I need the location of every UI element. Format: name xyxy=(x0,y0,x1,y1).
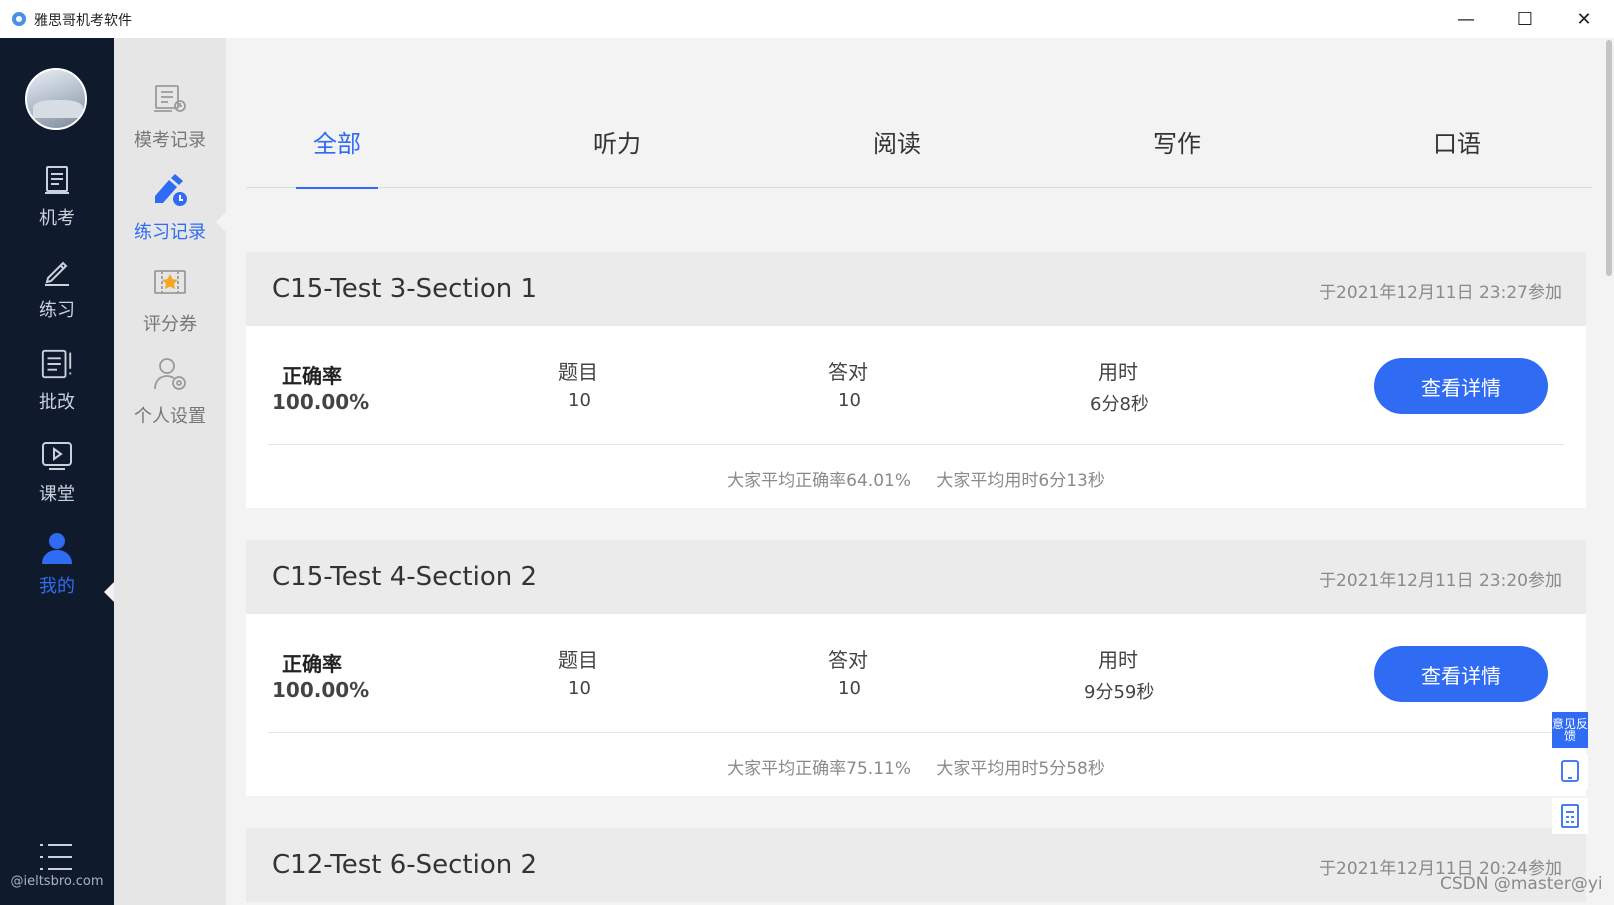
subnav-item-personal-settings[interactable]: 个人设置 xyxy=(114,354,226,428)
subnav-label: 练习记录 xyxy=(134,222,206,243)
scrollbar-thumb[interactable] xyxy=(1606,40,1612,276)
nav-item-correction[interactable]: 批改 xyxy=(0,346,114,430)
correct-label: 答对 xyxy=(828,360,868,384)
subnav-active-pointer xyxy=(216,212,226,232)
main-sidebar: 机考 练习 批改 课堂 我的 @ieltsbro.com xyxy=(0,38,114,905)
questions-value: 10 xyxy=(568,390,591,411)
time-used-label: 用时 xyxy=(1098,648,1138,672)
correct-value: 10 xyxy=(838,678,861,699)
mock-record-icon xyxy=(150,78,190,118)
view-details-button[interactable]: 查看详情 xyxy=(1374,646,1548,702)
practice-record-icon xyxy=(150,170,190,210)
site-footer-text: @ieltsbro.com xyxy=(10,874,104,889)
record-card-header: C15-Test 4-Section 2 于2021年12月11日 23:20参… xyxy=(246,540,1586,614)
subnav-item-coupon[interactable]: 评分券 xyxy=(114,262,226,336)
record-title: C12-Test 6-Section 2 xyxy=(272,850,538,880)
avatar[interactable] xyxy=(25,68,87,130)
close-button[interactable]: ✕ xyxy=(1556,0,1612,38)
user-icon xyxy=(40,530,74,566)
maximize-button[interactable]: ☐ xyxy=(1497,0,1553,38)
nav-item-mine[interactable]: 我的 xyxy=(0,530,114,614)
record-card-body: 正确率 100.00% 题目 10 答对 10 用时 9分59秒 查看详情 大家… xyxy=(246,614,1586,796)
accuracy-label: 正确率 xyxy=(282,652,342,676)
tab-listening[interactable]: 听力 xyxy=(576,106,658,188)
subnav-label: 个人设置 xyxy=(134,406,206,427)
record-card-header: C12-Test 6-Section 2 于2021年12月11日 20:24参… xyxy=(246,828,1586,902)
record-title: C15-Test 4-Section 2 xyxy=(272,562,538,592)
correction-icon xyxy=(40,346,74,382)
settings-user-icon xyxy=(150,354,190,394)
correct-value: 10 xyxy=(838,390,861,411)
record-card: C15-Test 4-Section 2 于2021年12月11日 23:20参… xyxy=(246,540,1586,796)
correct-label: 答对 xyxy=(828,648,868,672)
record-card: C12-Test 6-Section 2 于2021年12月11日 20:24参… xyxy=(246,828,1586,902)
pencil-icon xyxy=(40,254,74,290)
time-used-value: 9分59秒 xyxy=(1084,682,1155,703)
time-used-value: 6分8秒 xyxy=(1090,394,1149,415)
card-divider xyxy=(268,444,1564,445)
record-card-header: C15-Test 3-Section 1 于2021年12月11日 23:27参… xyxy=(246,252,1586,326)
record-card: C15-Test 3-Section 1 于2021年12月11日 23:27参… xyxy=(246,252,1586,508)
tab-all[interactable]: 全部 xyxy=(296,106,378,189)
nav-item-classroom[interactable]: 课堂 xyxy=(0,438,114,522)
nav-active-pointer xyxy=(104,582,114,602)
average-accuracy: 大家平均正确率75.11% xyxy=(727,759,911,779)
app-logo-icon xyxy=(12,12,26,26)
sub-sidebar: 模考记录 练习记录 评分券 个人设置 xyxy=(114,38,226,905)
tablet-icon[interactable] xyxy=(1552,754,1588,790)
coupon-icon xyxy=(150,262,190,302)
time-used-label: 用时 xyxy=(1098,360,1138,384)
questions-label: 题目 xyxy=(558,648,598,672)
tab-writing[interactable]: 写作 xyxy=(1136,106,1218,188)
accuracy-value: 100.00% xyxy=(272,390,370,414)
accuracy-label: 正确率 xyxy=(282,364,342,388)
subnav-label: 模考记录 xyxy=(134,130,206,151)
view-details-button[interactable]: 查看详情 xyxy=(1374,358,1548,414)
window-title: 雅思哥机考软件 xyxy=(34,13,132,29)
record-date: 于2021年12月11日 23:27参加 xyxy=(1319,283,1562,303)
nav-item-exam[interactable]: 机考 xyxy=(0,162,114,246)
average-stats: 大家平均正确率64.01% 大家平均用时6分13秒 xyxy=(246,466,1586,491)
record-title: C15-Test 3-Section 1 xyxy=(272,274,538,304)
average-stats: 大家平均正确率75.11% 大家平均用时5分58秒 xyxy=(246,754,1586,779)
nav-label: 我的 xyxy=(39,576,75,597)
nav-label: 批改 xyxy=(39,392,75,413)
nav-item-practice[interactable]: 练习 xyxy=(0,254,114,338)
questions-label: 题目 xyxy=(558,360,598,384)
nav-label: 练习 xyxy=(39,300,75,321)
record-card-body: 正确率 100.00% 题目 10 答对 10 用时 6分8秒 查看详情 大家平… xyxy=(246,326,1586,508)
main-content: 全部 听力 阅读 写作 口语 C15-Test 3-Section 1 于202… xyxy=(226,38,1614,905)
average-accuracy: 大家平均正确率64.01% xyxy=(727,471,911,491)
category-tabs: 全部 听力 阅读 写作 口语 xyxy=(246,106,1592,189)
average-time: 大家平均用时5分58秒 xyxy=(936,759,1105,779)
exam-icon xyxy=(40,162,74,198)
minimize-button[interactable]: — xyxy=(1438,0,1494,38)
nav-label: 机考 xyxy=(39,208,75,229)
accuracy-value: 100.00% xyxy=(272,678,370,702)
questions-value: 10 xyxy=(568,678,591,699)
subnav-label: 评分券 xyxy=(143,314,197,335)
title-bar: 雅思哥机考软件 — ☐ ✕ xyxy=(0,0,1614,38)
nav-label: 课堂 xyxy=(39,484,75,505)
tab-speaking[interactable]: 口语 xyxy=(1416,106,1498,188)
average-time: 大家平均用时6分13秒 xyxy=(936,471,1105,491)
record-date: 于2021年12月11日 23:20参加 xyxy=(1319,571,1562,591)
video-icon xyxy=(40,438,74,474)
watermark-text: CSDN @master@yi xyxy=(1440,874,1603,894)
menu-icon[interactable] xyxy=(38,842,74,872)
document-icon[interactable] xyxy=(1552,798,1588,834)
tab-reading[interactable]: 阅读 xyxy=(856,106,938,188)
card-divider xyxy=(268,732,1564,733)
subnav-item-mock-record[interactable]: 模考记录 xyxy=(114,78,226,152)
subnav-item-practice-record[interactable]: 练习记录 xyxy=(114,170,226,244)
feedback-button[interactable]: 意见反馈 xyxy=(1552,712,1588,748)
